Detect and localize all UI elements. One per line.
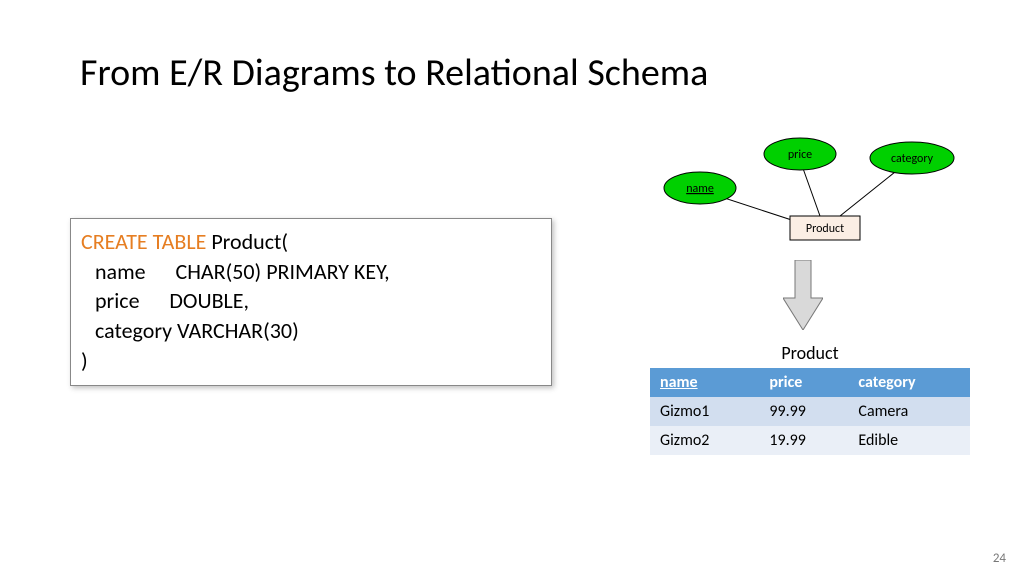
er-diagram: name price category Product xyxy=(640,130,980,250)
sql-line-1: CREATE TABLE Product( xyxy=(81,227,541,257)
sql-code-box: CREATE TABLE Product( name CHAR(50) PRIM… xyxy=(70,218,552,386)
col-header-price: price xyxy=(759,368,848,397)
er-attr-name: name xyxy=(686,182,714,196)
down-arrow-icon xyxy=(783,260,823,330)
sql-line-close: ) xyxy=(81,346,541,376)
sql-keyword: CREATE TABLE xyxy=(81,228,206,255)
table-header-row: name price category xyxy=(650,368,970,397)
table-row: Gizmo1 99.99 Camera xyxy=(650,397,970,426)
col-header-category: category xyxy=(848,368,970,397)
slide-title: From E/R Diagrams to Relational Schema xyxy=(80,50,708,96)
sql-line-price: price DOUBLE, xyxy=(81,286,541,316)
col-header-name: name xyxy=(650,368,759,397)
table-caption: Product xyxy=(650,342,970,364)
er-attr-price: price xyxy=(788,148,812,162)
sql-line-name: name CHAR(50) PRIMARY KEY, xyxy=(81,257,541,287)
er-attr-category: category xyxy=(891,152,934,166)
table-row: Gizmo2 19.99 Edible xyxy=(650,426,970,455)
product-table: name price category Gizmo1 99.99 Camera … xyxy=(650,368,970,455)
sql-line-category: category VARCHAR(30) xyxy=(81,316,541,346)
er-entity: Product xyxy=(806,222,844,236)
page-number: 24 xyxy=(993,551,1006,566)
